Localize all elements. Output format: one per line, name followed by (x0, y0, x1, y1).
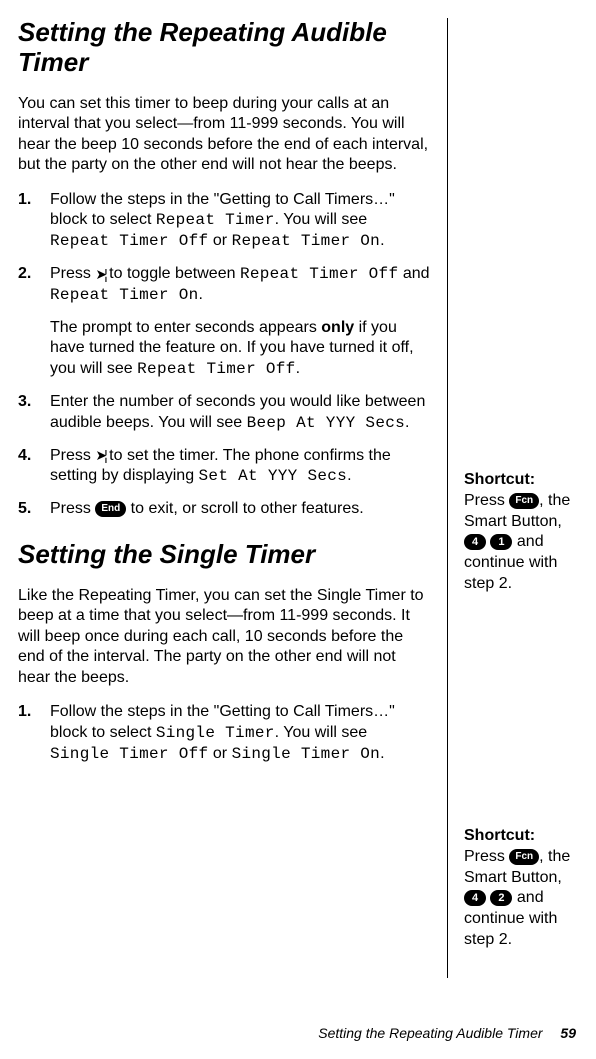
shortcut-text: Press (464, 848, 509, 865)
page-container: Setting the Repeating Audible Timer You … (18, 18, 576, 978)
step-number: 5. (18, 499, 31, 520)
key-4-icon: 4 (464, 534, 486, 550)
step-text: Press (50, 265, 95, 282)
steps-single: 1. Follow the steps in the "Getting to C… (18, 702, 431, 764)
step-3: 3. Enter the number of seconds you would… (50, 392, 431, 434)
step-text: . You will see (275, 211, 368, 228)
lcd-text: Single Timer Off (50, 745, 208, 763)
step-text: . You will see (275, 724, 368, 741)
shortcut-block-2: Shortcut: Press Fcn, the Smart Button, 4… (464, 826, 576, 951)
fcn-key-icon: Fcn (509, 493, 539, 509)
step-1: 1. Follow the steps in the "Getting to C… (50, 702, 431, 764)
intro-repeating: You can set this timer to beep during yo… (18, 94, 431, 176)
key-1-icon: 1 (490, 534, 512, 550)
step-number: 4. (18, 446, 31, 467)
lcd-text: Repeat Timer Off (50, 232, 208, 250)
step-text: to exit, or scroll to other features. (126, 500, 363, 517)
step-sub-paragraph: The prompt to enter seconds appears only… (50, 318, 431, 380)
page-footer: Setting the Repeating Audible Timer 59 (318, 1025, 576, 1041)
step-text: The prompt to enter seconds appears (50, 319, 321, 336)
scroll-icon: ➤¦ (95, 446, 104, 464)
shortcut-label: Shortcut: (464, 471, 535, 488)
key-4-icon: 4 (464, 890, 486, 906)
lcd-text: Repeat Timer (156, 211, 275, 229)
step-number: 1. (18, 702, 31, 723)
main-column: Setting the Repeating Audible Timer You … (18, 18, 431, 978)
step-text: . (380, 745, 384, 762)
step-4: 4. Press ➤¦ to set the timer. The phone … (50, 446, 431, 488)
steps-repeating: 1. Follow the steps in the "Getting to C… (18, 190, 431, 520)
lcd-text: Repeat Timer On (232, 232, 381, 250)
step-number: 1. (18, 190, 31, 211)
shortcut-text: Press (464, 492, 509, 509)
intro-single: Like the Repeating Timer, you can set th… (18, 586, 431, 688)
shortcut-label: Shortcut: (464, 827, 535, 844)
key-2-icon: 2 (490, 890, 512, 906)
step-2: 2. Press ➤¦ to toggle between Repeat Tim… (50, 264, 431, 380)
shortcut-block-1: Shortcut: Press Fcn, the Smart Button, 4… (464, 470, 576, 595)
step-1: 1. Follow the steps in the "Getting to C… (50, 190, 431, 252)
side-column: Shortcut: Press Fcn, the Smart Button, 4… (464, 18, 576, 978)
page-number: 59 (560, 1025, 576, 1041)
footer-text: Setting the Repeating Audible Timer (318, 1025, 542, 1041)
lcd-text: Repeat Timer Off (240, 265, 398, 283)
end-key-icon: End (95, 501, 126, 517)
fcn-key-icon: Fcn (509, 849, 539, 865)
step-text: to toggle between (105, 265, 240, 282)
step-text: . (405, 414, 409, 431)
lcd-text: Repeat Timer On (50, 286, 199, 304)
step-text: . (380, 232, 384, 249)
step-5: 5. Press End to exit, or scroll to other… (50, 499, 431, 520)
lcd-text: Set At YYY Secs (199, 467, 348, 485)
lcd-text: Single Timer (156, 724, 275, 742)
step-text: or (208, 232, 231, 249)
step-text: . (199, 286, 203, 303)
step-text: . (296, 360, 300, 377)
step-text: and (398, 265, 429, 282)
section-title-repeating: Setting the Repeating Audible Timer (18, 18, 431, 78)
lcd-text: Single Timer On (232, 745, 381, 763)
step-text: . (347, 467, 351, 484)
lcd-text: Repeat Timer Off (137, 360, 295, 378)
bold-text: only (321, 319, 354, 336)
vertical-divider (447, 18, 448, 978)
step-text: Press (50, 500, 95, 517)
lcd-text: Beep At YYY Secs (247, 414, 405, 432)
step-number: 2. (18, 264, 31, 285)
step-number: 3. (18, 392, 31, 413)
scroll-icon: ➤¦ (95, 265, 104, 283)
step-text: or (208, 745, 231, 762)
step-text: Press (50, 447, 95, 464)
section-title-single: Setting the Single Timer (18, 540, 431, 570)
